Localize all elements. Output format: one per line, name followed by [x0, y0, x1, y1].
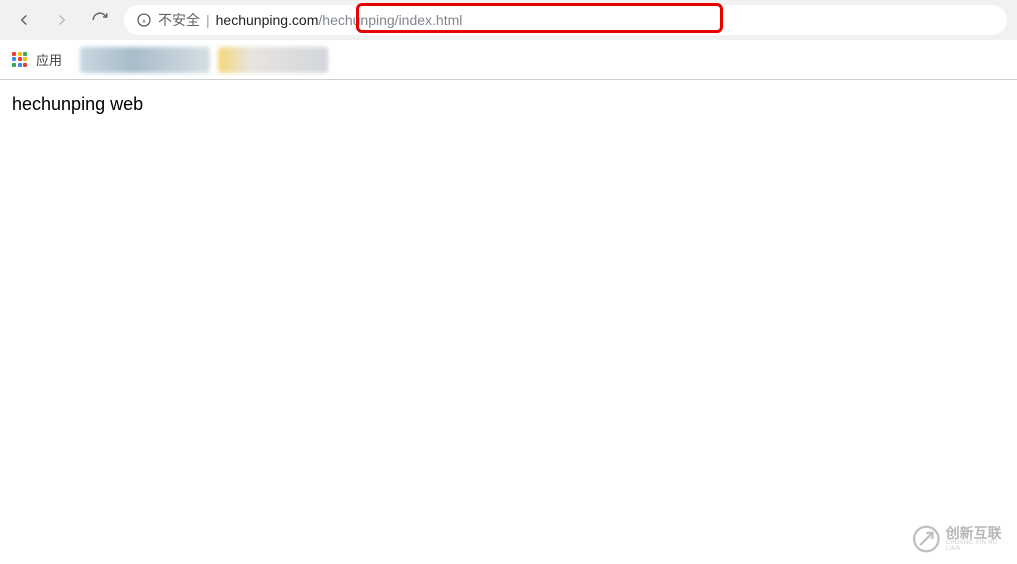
browser-toolbar: 不安全 | hechunping.com/hechunping/index.ht…	[0, 0, 1017, 40]
address-bar[interactable]: 不安全 | hechunping.com/hechunping/index.ht…	[124, 5, 1007, 35]
separator: |	[206, 12, 210, 28]
info-icon	[136, 12, 152, 28]
security-label: 不安全	[158, 10, 200, 30]
watermark-logo-icon	[911, 523, 942, 555]
bookmark-blurred-2[interactable]	[218, 47, 328, 73]
bookmarks-bar: 应用	[0, 40, 1017, 80]
reload-icon	[91, 11, 109, 29]
watermark-cn: 创新互联	[946, 526, 1011, 540]
apps-grid-icon[interactable]	[12, 52, 28, 68]
page-content: hechunping web	[0, 80, 1017, 129]
url-host: hechunping.com	[216, 12, 319, 28]
reload-button[interactable]	[86, 6, 114, 34]
back-icon	[15, 11, 33, 29]
back-button[interactable]	[10, 6, 38, 34]
url-path: /hechunping/index.html	[318, 12, 462, 28]
forward-button[interactable]	[48, 6, 76, 34]
watermark-en: CHUANG XIN HU LIAN	[946, 540, 1011, 552]
apps-label[interactable]: 应用	[36, 50, 62, 69]
forward-icon	[53, 11, 71, 29]
bookmark-blurred-1[interactable]	[80, 47, 210, 73]
page-body-text: hechunping web	[12, 94, 143, 114]
watermark: 创新互联 CHUANG XIN HU LIAN	[911, 520, 1011, 558]
url-text: hechunping.com/hechunping/index.html	[216, 12, 463, 28]
watermark-text: 创新互联 CHUANG XIN HU LIAN	[946, 526, 1011, 552]
